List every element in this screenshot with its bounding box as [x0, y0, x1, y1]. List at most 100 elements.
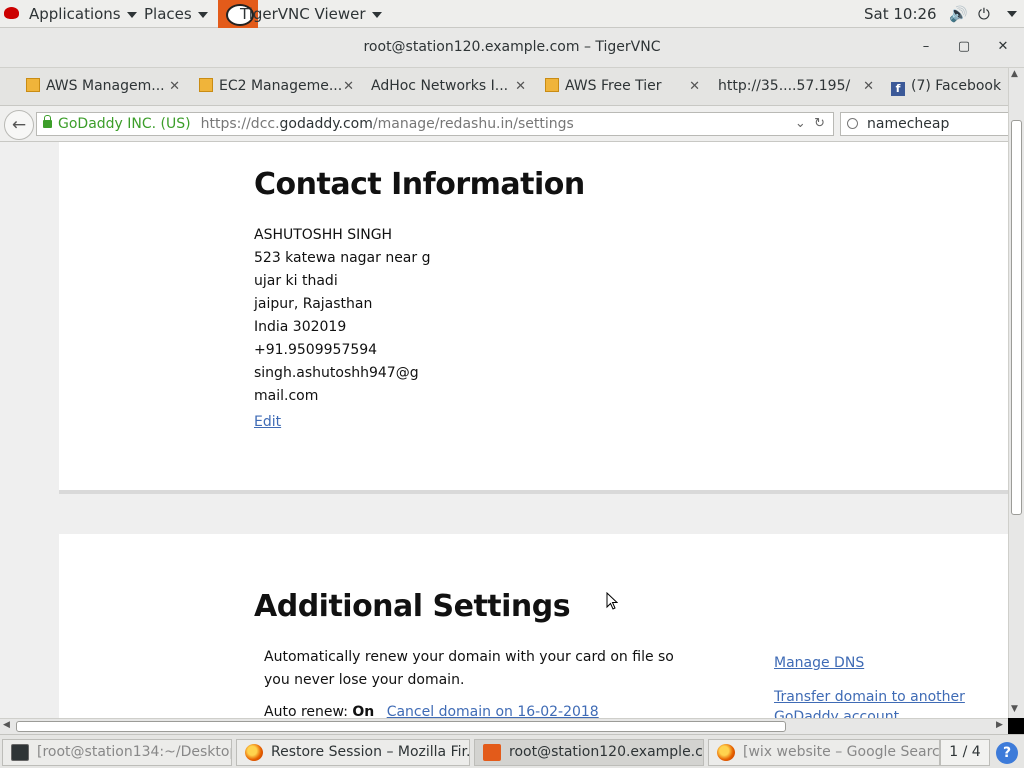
aws-cube-icon: [26, 78, 40, 92]
mouse-cursor-icon: [606, 592, 618, 610]
url-bar[interactable]: GoDaddy INC. (US) https://dcc.godaddy.com…: [36, 112, 834, 136]
workspace-pager[interactable]: 1 / 4: [940, 739, 990, 766]
manage-dns-link[interactable]: Manage DNS: [774, 655, 864, 671]
url-prefix: https://dcc.: [200, 116, 280, 132]
active-app-menu[interactable]: TigerVNC Viewer: [240, 0, 382, 28]
lock-icon: [43, 115, 52, 128]
transfer-link-line: Transfer domain to another: [774, 689, 965, 705]
chevron-down-icon: [197, 11, 208, 18]
contact-line: ujar ki thadi: [254, 273, 338, 289]
search-input[interactable]: namecheap: [840, 112, 1020, 136]
page-content: Contact Information ASHUTOSHH SINGH 523 …: [0, 142, 1008, 718]
auto-renew-label: Auto renew:: [264, 704, 348, 718]
tab-close-icon[interactable]: ✕: [515, 79, 526, 94]
url-domain: godaddy.com: [279, 116, 373, 132]
minimize-button[interactable]: –: [917, 38, 935, 56]
transfer-domain-link[interactable]: Transfer domain to another GoDaddy accoun…: [774, 689, 965, 718]
scroll-left-arrow-icon[interactable]: ◀: [3, 720, 10, 730]
url-dropdown-icon[interactable]: ⌄: [795, 116, 806, 131]
gnome-top-bar: Applications Places TigerVNC Viewer Sat …: [0, 0, 1024, 28]
chevron-down-icon: [371, 11, 382, 18]
contact-line: singh.ashutoshh947@g: [254, 365, 419, 381]
taskbar-item-label: root@station120.example.c...: [509, 744, 704, 760]
scroll-up-arrow-icon[interactable]: ▲: [1011, 69, 1018, 79]
contact-line: +91.9509957594: [254, 342, 378, 358]
navigation-bar: ← GoDaddy INC. (US) https://dcc.godaddy.c…: [0, 106, 1024, 142]
close-button[interactable]: ✕: [994, 38, 1012, 56]
tab-aws-free-tier[interactable]: AWS Free Tier ✕: [545, 78, 700, 102]
taskbar-item-terminal[interactable]: [root@station134:~/Desktop]: [2, 739, 232, 766]
firefox-icon: [245, 744, 263, 761]
tab-label: AdHoc Networks I...: [371, 78, 509, 94]
scroll-down-arrow-icon[interactable]: ▼: [1011, 704, 1018, 714]
tab-adhoc-networks[interactable]: AdHoc Networks I... ✕: [371, 78, 526, 102]
tab-ec2-management[interactable]: EC2 Manageme... ✕: [199, 78, 354, 102]
additional-settings-heading: Additional Settings: [254, 589, 571, 624]
tab-label: EC2 Manageme...: [219, 78, 343, 94]
places-menu[interactable]: Places: [144, 0, 208, 28]
facebook-icon: f: [891, 82, 905, 96]
tab-aws-management[interactable]: AWS Managem... ✕: [26, 78, 180, 102]
applications-menu[interactable]: Applications: [29, 0, 137, 28]
volume-icon[interactable]: 🔊: [949, 0, 968, 28]
back-button[interactable]: ←: [4, 110, 34, 140]
redhat-logo-icon: [4, 7, 19, 19]
applications-label: Applications: [29, 5, 121, 23]
chevron-down-icon: [126, 11, 137, 18]
tigervnc-icon: [483, 744, 501, 761]
additional-settings-card: Additional Settings Automatically renew …: [59, 534, 1008, 718]
tab-facebook[interactable]: f (7) Facebook: [891, 78, 1008, 102]
tab-close-icon[interactable]: ✕: [343, 79, 354, 94]
help-icon[interactable]: ?: [996, 742, 1018, 764]
auto-renew-status: On: [352, 704, 375, 718]
contact-heading: Contact Information: [254, 167, 585, 202]
taskbar-item-label: [root@station134:~/Desktop]: [37, 744, 232, 760]
contact-line: jaipur, Rajasthan: [254, 296, 373, 312]
active-app-label: TigerVNC Viewer: [240, 5, 366, 23]
horizontal-scroll-thumb[interactable]: [16, 721, 786, 732]
search-value: namecheap: [867, 116, 950, 132]
clock[interactable]: Sat 10:26: [864, 0, 937, 28]
contact-line: 523 katewa nagar near g: [254, 250, 431, 266]
edit-contact-link[interactable]: Edit: [254, 414, 281, 430]
window-title-bar: root@station120.example.com – TigerVNC –…: [0, 28, 1024, 68]
tab-label: AWS Free Tier: [565, 78, 662, 94]
contact-line: mail.com: [254, 388, 319, 404]
tab-ip-address[interactable]: http://35....57.195/ ✕: [718, 78, 874, 102]
scrollbar-corner: [1008, 718, 1024, 734]
browser-tab-strip: AWS Managem... ✕ EC2 Manageme... ✕ AdHoc…: [0, 68, 1024, 106]
system-menu-chevron-icon[interactable]: [1007, 11, 1017, 17]
taskbar-item-label: [wix website – Google Searc...: [743, 744, 940, 760]
taskbar-item-tigervnc[interactable]: root@station120.example.c...: [474, 739, 704, 766]
tab-label: http://35....57.195/: [718, 78, 851, 94]
taskbar-item-firefox-wix[interactable]: [wix website – Google Searc...: [708, 739, 940, 766]
taskbar-item-label: Restore Session – Mozilla Fir...: [271, 744, 470, 760]
scroll-right-arrow-icon[interactable]: ▶: [996, 720, 1003, 730]
site-identity[interactable]: GoDaddy INC. (US): [58, 116, 191, 132]
horizontal-scrollbar[interactable]: ◀ ▶: [0, 718, 1024, 734]
aws-cube-icon: [545, 78, 559, 92]
auto-renew-row: Auto renew: On Cancel domain on 16-02-20…: [264, 704, 599, 718]
tab-label: AWS Managem...: [46, 78, 165, 94]
auto-renew-description: Automatically renew your domain with you…: [264, 649, 674, 688]
vertical-scroll-thumb[interactable]: [1011, 120, 1022, 515]
tab-close-icon[interactable]: ✕: [169, 79, 180, 94]
contact-line: India 302019: [254, 319, 347, 335]
transfer-link-line: GoDaddy account: [774, 709, 900, 718]
contact-details: ASHUTOSHH SINGH 523 katewa nagar near g …: [254, 224, 430, 408]
cancel-domain-link[interactable]: Cancel domain on 16-02-2018: [387, 704, 599, 718]
taskbar-item-firefox-restore[interactable]: Restore Session – Mozilla Fir...: [236, 739, 470, 766]
terminal-icon: [11, 744, 29, 761]
contact-line: ASHUTOSHH SINGH: [254, 227, 393, 243]
vertical-scrollbar[interactable]: ▲ ▼: [1008, 68, 1024, 718]
tab-close-icon[interactable]: ✕: [689, 79, 700, 94]
power-icon[interactable]: ⏻: [978, 0, 990, 28]
reload-icon[interactable]: ↻: [814, 116, 825, 131]
window-title: root@station120.example.com – TigerVNC: [363, 39, 661, 55]
maximize-button[interactable]: ▢: [955, 38, 973, 56]
places-label: Places: [144, 5, 192, 23]
tab-close-icon[interactable]: ✕: [863, 79, 874, 94]
search-icon: [847, 118, 858, 129]
window-list-taskbar: [root@station134:~/Desktop] Restore Sess…: [0, 734, 1024, 768]
url-path: /manage/redashu.in/settings: [372, 116, 574, 132]
